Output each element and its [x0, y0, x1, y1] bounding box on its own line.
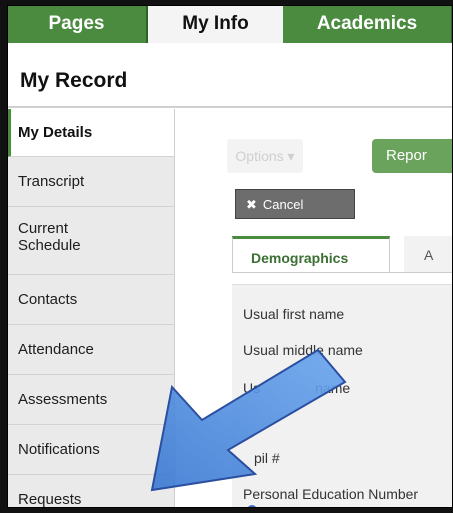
sidebar-item-label: Assessments: [18, 391, 108, 408]
page-title: My Record: [20, 69, 128, 92]
sidebar-item-contacts[interactable]: Contacts: [7, 275, 174, 325]
sidebar-item-requests[interactable]: Requests: [7, 475, 174, 508]
options-button[interactable]: Options ▾: [227, 139, 303, 173]
field-label-last-name: Us name: [243, 380, 350, 396]
info-icon[interactable]: [247, 505, 257, 508]
tab-demographics[interactable]: Demographics: [232, 236, 390, 272]
close-icon: ✖: [246, 197, 257, 212]
last-name-prefix: Us: [243, 380, 261, 396]
sidebar-item-label: Contacts: [18, 291, 78, 308]
top-tab-bar: Pages My Info Academics: [7, 5, 453, 43]
field-label-first-name: Usual first name: [243, 306, 345, 322]
record-header: My Record: [7, 43, 453, 108]
cancel-label: Cancel: [262, 197, 304, 212]
app-frame: Pages My Info Academics My Record My Det…: [7, 5, 453, 508]
options-label: Options: [235, 148, 284, 164]
main-content: Options ▾ Repor ✖ Cancel Demographics A U…: [175, 109, 453, 508]
sidebar-item-label: Transcript: [18, 173, 85, 190]
subtab-bar: Demographics A: [232, 236, 453, 273]
tab-academics[interactable]: Academics: [283, 5, 453, 43]
sidebar-item-label: Attendance: [18, 341, 94, 358]
sidebar-item-current-schedule[interactable]: Current Schedule: [7, 207, 174, 275]
report-button[interactable]: Repor: [372, 139, 453, 173]
tab-my-info[interactable]: My Info: [148, 5, 283, 43]
tab-pages[interactable]: Pages: [7, 5, 148, 43]
sidebar-item-my-details[interactable]: My Details: [7, 109, 174, 157]
field-label-pen: Personal Education Number: [243, 487, 423, 508]
cancel-button[interactable]: ✖ Cancel: [235, 189, 355, 219]
sidebar-item-notifications[interactable]: Notifications: [7, 425, 174, 475]
sidebar-item-label: Requests: [18, 491, 82, 508]
demographics-form: Usual first name Usual middle name Us nam…: [232, 284, 453, 508]
field-label-middle-name: Usual middle name: [243, 342, 363, 358]
sidebar-item-label: Current Schedule: [18, 220, 81, 254]
field-label-pupil-number: pil #: [254, 450, 280, 466]
sidebar: My Details Transcript Current Schedule C…: [7, 109, 175, 508]
last-name-suffix: name: [315, 380, 351, 396]
sidebar-item-label: Notifications: [18, 441, 100, 458]
sidebar-item-transcript[interactable]: Transcript: [7, 157, 174, 207]
tab-next[interactable]: A: [404, 236, 453, 272]
sidebar-item-assessments[interactable]: Assessments: [7, 375, 174, 425]
sidebar-item-attendance[interactable]: Attendance: [7, 325, 174, 375]
chevron-down-icon: ▾: [287, 148, 295, 164]
sidebar-item-label: My Details: [18, 124, 93, 141]
pen-label-text: Personal Education Number: [243, 486, 419, 502]
